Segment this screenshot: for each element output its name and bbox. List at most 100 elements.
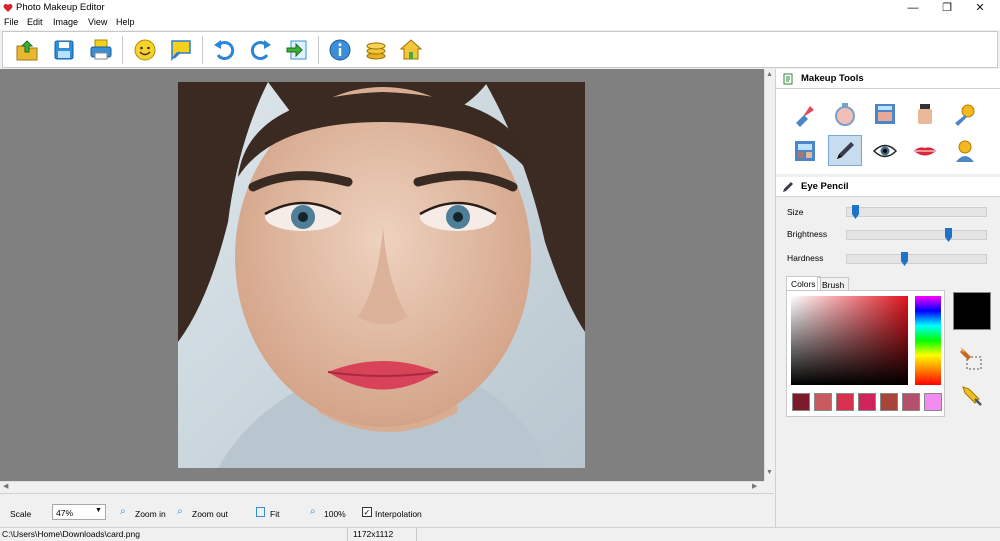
menu-file[interactable]: File: [4, 17, 19, 27]
open-button[interactable]: [13, 36, 41, 64]
actual-size-icon: ⌕: [310, 506, 316, 517]
hardness-slider[interactable]: [846, 252, 987, 266]
color-swatch[interactable]: [792, 393, 810, 411]
eye-pencil-header: Eye Pencil: [776, 177, 1000, 197]
save-button[interactable]: [50, 36, 78, 64]
color-picker: [786, 290, 945, 417]
image-dimensions: 1172x1112: [353, 529, 394, 539]
close-button[interactable]: ✕: [965, 0, 995, 16]
fit-label: Fit: [270, 509, 280, 519]
checkbox-checked-icon[interactable]: ✓: [362, 507, 372, 517]
brightness-slider[interactable]: [846, 228, 987, 242]
hardness-label: Hardness: [787, 253, 824, 263]
brightness-slider-thumb[interactable]: [945, 228, 952, 242]
lips-tool[interactable]: [908, 135, 942, 166]
eye-icon: [872, 144, 898, 157]
home-button[interactable]: [397, 36, 425, 64]
minimize-button[interactable]: —: [898, 0, 928, 16]
portrait-image: [178, 82, 585, 468]
color-swatch[interactable]: [924, 393, 942, 411]
settings-sparkle-icon: [955, 104, 975, 126]
settings-tool[interactable]: [948, 98, 982, 129]
scale-dropdown[interactable]: 47% ▼: [52, 504, 106, 520]
brightness-label: Brightness: [787, 229, 828, 239]
blush-palette-tool[interactable]: [868, 98, 902, 129]
redo-icon: [250, 40, 271, 60]
scroll-left-icon[interactable]: ◀: [3, 482, 8, 490]
print-button[interactable]: [87, 36, 115, 64]
toolbar-separator: [122, 36, 123, 64]
tab-brush[interactable]: Brush: [817, 277, 850, 291]
fit-icon: [256, 507, 265, 517]
color-swatch[interactable]: [814, 393, 832, 411]
presentation-icon: [171, 40, 191, 62]
coins-button[interactable]: [362, 36, 390, 64]
lipstick-icon: [796, 105, 814, 127]
portrait-photo[interactable]: [178, 82, 585, 468]
lipstick-tool[interactable]: [788, 98, 822, 129]
horizontal-scrollbar[interactable]: ◀ ▶: [0, 481, 764, 492]
tab-colors[interactable]: Colors: [786, 276, 821, 290]
eye-tool[interactable]: [868, 135, 902, 166]
scroll-down-icon[interactable]: ▼: [766, 469, 773, 476]
export-button[interactable]: [283, 36, 311, 64]
menu-edit[interactable]: Edit: [27, 17, 43, 27]
foundation-tool[interactable]: [908, 98, 942, 129]
zoom-in-label: Zoom in: [135, 509, 166, 519]
scroll-up-icon[interactable]: ▲: [766, 71, 773, 78]
vertical-scrollbar[interactable]: ▲ ▼: [764, 69, 774, 481]
makeup-tools-title: Makeup Tools: [801, 73, 864, 84]
eye-pencil-tool[interactable]: [828, 135, 862, 166]
actual-size-label: 100%: [324, 509, 346, 519]
save-icon: [54, 40, 74, 60]
fill-tool[interactable]: [959, 345, 985, 373]
tool-grid: [776, 89, 1000, 174]
menu-help[interactable]: Help: [116, 17, 135, 27]
eyedropper-tool[interactable]: [959, 383, 985, 411]
scroll-right-icon[interactable]: ▶: [752, 482, 757, 490]
foundation-icon: [918, 103, 932, 124]
color-swatch[interactable]: [836, 393, 854, 411]
menu-bar: File Edit Image View Help: [0, 16, 1000, 30]
face-button[interactable]: [131, 36, 159, 64]
hair-tool[interactable]: [948, 135, 982, 166]
export-icon: [286, 40, 307, 60]
saturation-field[interactable]: [791, 296, 908, 385]
toolbar: [2, 31, 998, 68]
title-bar: Photo Makeup Editor — ❐ ✕: [0, 0, 1000, 16]
color-swatch[interactable]: [880, 393, 898, 411]
eyeshadow-tool[interactable]: [788, 135, 822, 166]
menu-image[interactable]: Image: [53, 17, 78, 27]
size-slider[interactable]: [846, 205, 987, 219]
current-color-swatch[interactable]: [953, 292, 991, 330]
zoom-out-icon: ⌕: [177, 506, 183, 517]
size-slider-thumb[interactable]: [852, 205, 859, 219]
info-icon: [329, 39, 351, 61]
pencil-icon: [783, 182, 793, 192]
info-button[interactable]: [326, 36, 354, 64]
undo-button[interactable]: [210, 36, 238, 64]
document-icon: [783, 73, 793, 85]
home-icon: [399, 39, 423, 60]
hardness-slider-thumb[interactable]: [901, 252, 908, 266]
status-divider: [347, 528, 348, 541]
maximize-button[interactable]: ❐: [932, 0, 962, 16]
zoom-in-icon: ⌕: [120, 506, 126, 517]
file-path: C:\Users\Home\Downloads\card.png: [2, 529, 140, 539]
status-divider: [416, 528, 417, 541]
presentation-button[interactable]: [167, 36, 195, 64]
window-title: Photo Makeup Editor: [16, 2, 105, 13]
blush-palette-icon: [875, 103, 895, 124]
status-bar: C:\Users\Home\Downloads\card.png 1172x11…: [0, 527, 1000, 541]
undo-icon: [214, 40, 235, 60]
menu-view[interactable]: View: [88, 17, 107, 27]
powder-tool[interactable]: [828, 98, 862, 129]
heart-app-icon: [3, 4, 13, 12]
hue-strip[interactable]: [915, 296, 941, 385]
chevron-down-icon: ▼: [95, 507, 102, 514]
powder-icon: [835, 102, 855, 126]
color-swatch[interactable]: [858, 393, 876, 411]
redo-button[interactable]: [247, 36, 275, 64]
toolbar-separator: [318, 36, 319, 64]
color-swatch[interactable]: [902, 393, 920, 411]
